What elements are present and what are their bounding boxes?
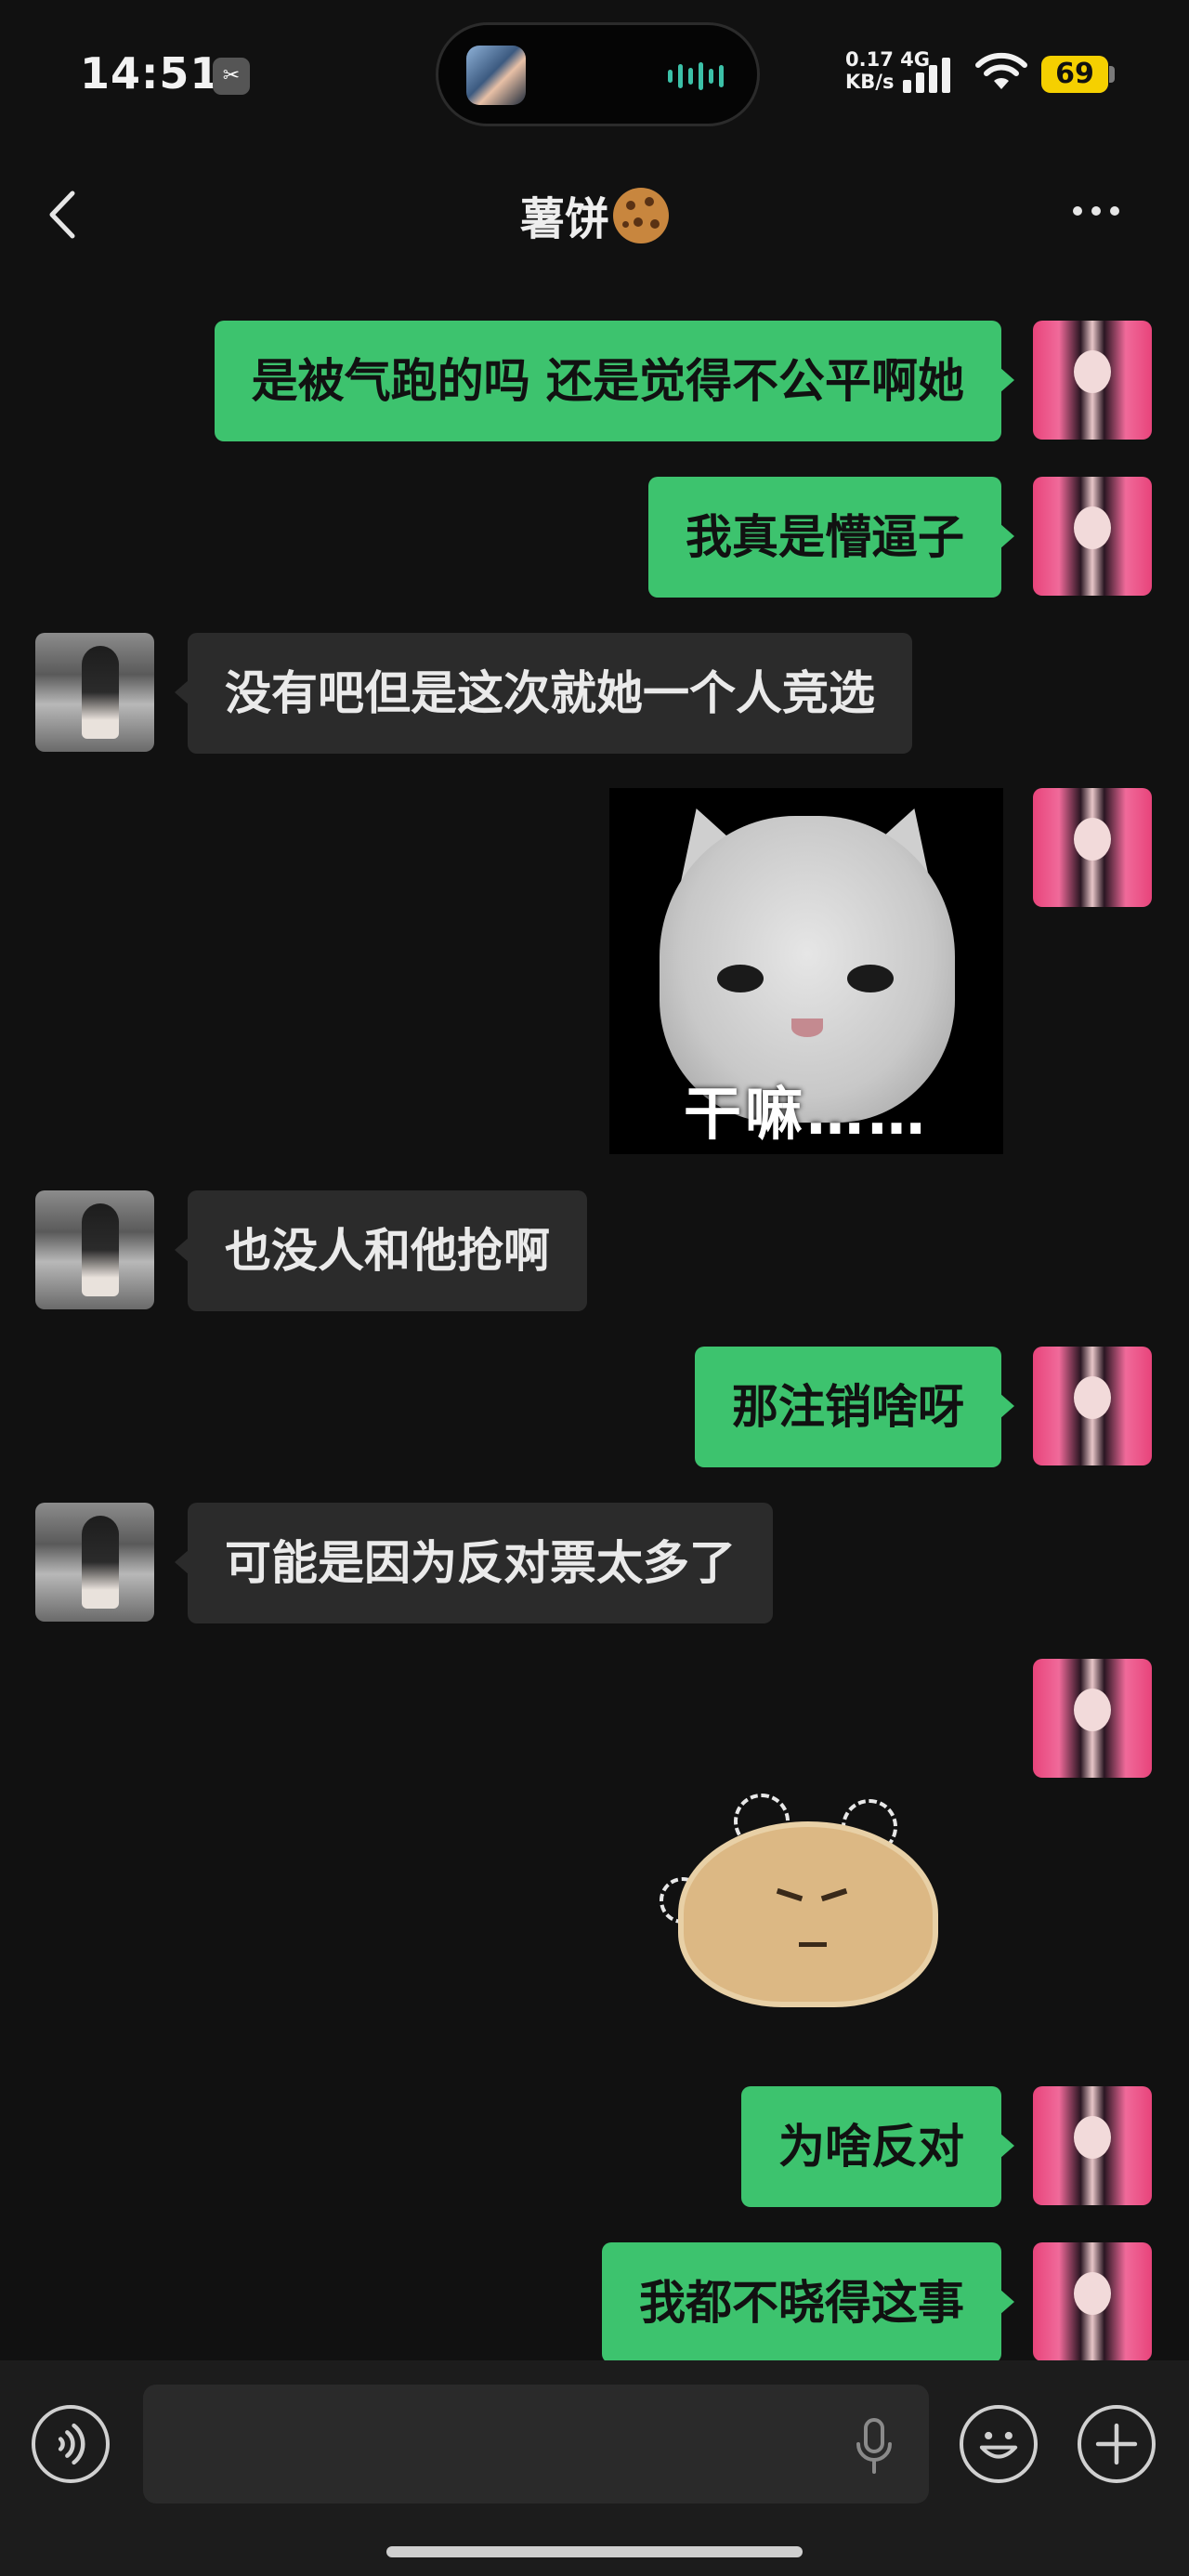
my-avatar[interactable]: [1033, 1659, 1152, 1778]
battery-tip: [1109, 66, 1115, 83]
status-time: 14:51: [80, 48, 220, 99]
network-speed-value: 0.17: [845, 48, 894, 71]
cellular-signal-icon: [903, 54, 950, 93]
wifi-icon: [973, 52, 1029, 93]
hamster-face: [771, 1886, 855, 1961]
my-avatar[interactable]: [1033, 321, 1152, 440]
cookie-emoji: [613, 188, 669, 243]
now-playing-artwork: [466, 46, 526, 105]
audio-wave-icon: [668, 62, 724, 90]
more-dots-icon[interactable]: [1073, 206, 1119, 216]
my-avatar[interactable]: [1033, 788, 1152, 907]
cat-eye: [847, 965, 894, 992]
cat-nose: [791, 1019, 823, 1037]
microphone-icon[interactable]: [851, 2414, 897, 2479]
dynamic-island[interactable]: [436, 22, 760, 126]
chat-screen: 14:51 ✂ 0.17 4G KB/s 69 薯饼 是被气跑的吗 还是觉得不公…: [0, 0, 1189, 2576]
message-bubble-sent[interactable]: 我真是懵逼子: [648, 477, 1001, 598]
my-avatar[interactable]: [1033, 2086, 1152, 2205]
cat-stare-sticker[interactable]: 干嘛……: [609, 788, 1003, 1154]
my-avatar[interactable]: [1033, 477, 1152, 596]
message-bubble-sent[interactable]: 为啥反对: [741, 2086, 1001, 2207]
message-bubble-sent[interactable]: 是被气跑的吗 还是觉得不公平啊她: [215, 321, 1001, 441]
my-avatar[interactable]: [1033, 2242, 1152, 2361]
contact-avatar[interactable]: [35, 1190, 154, 1309]
message-bubble-sent[interactable]: 那注销啥呀: [695, 1347, 1001, 1467]
angry-hamster-sticker[interactable]: [650, 1784, 957, 2026]
emoji-icon[interactable]: [960, 2405, 1038, 2483]
sticker-caption: 干嘛……: [609, 1067, 1003, 1150]
message-bubble-sent[interactable]: 我都不晓得这事: [602, 2242, 1001, 2363]
chat-title[interactable]: 薯饼: [0, 182, 1189, 247]
cat-eye: [717, 965, 764, 992]
contact-avatar[interactable]: [35, 633, 154, 752]
chat-title-text: 薯饼: [520, 193, 609, 245]
voice-mode-icon[interactable]: [32, 2405, 110, 2483]
home-indicator[interactable]: [386, 2546, 803, 2557]
contact-avatar[interactable]: [35, 1503, 154, 1622]
message-bubble-received[interactable]: 没有吧但是这次就她一个人竞选: [188, 633, 912, 754]
message-bubble-received[interactable]: 也没人和他抢啊: [188, 1190, 587, 1311]
my-avatar[interactable]: [1033, 1347, 1152, 1465]
capcut-icon: ✂: [213, 58, 250, 95]
message-bubble-received[interactable]: 可能是因为反对票太多了: [188, 1503, 773, 1623]
plus-icon[interactable]: [1078, 2405, 1156, 2483]
message-input[interactable]: [143, 2385, 929, 2504]
battery-level: 69: [1041, 56, 1108, 93]
